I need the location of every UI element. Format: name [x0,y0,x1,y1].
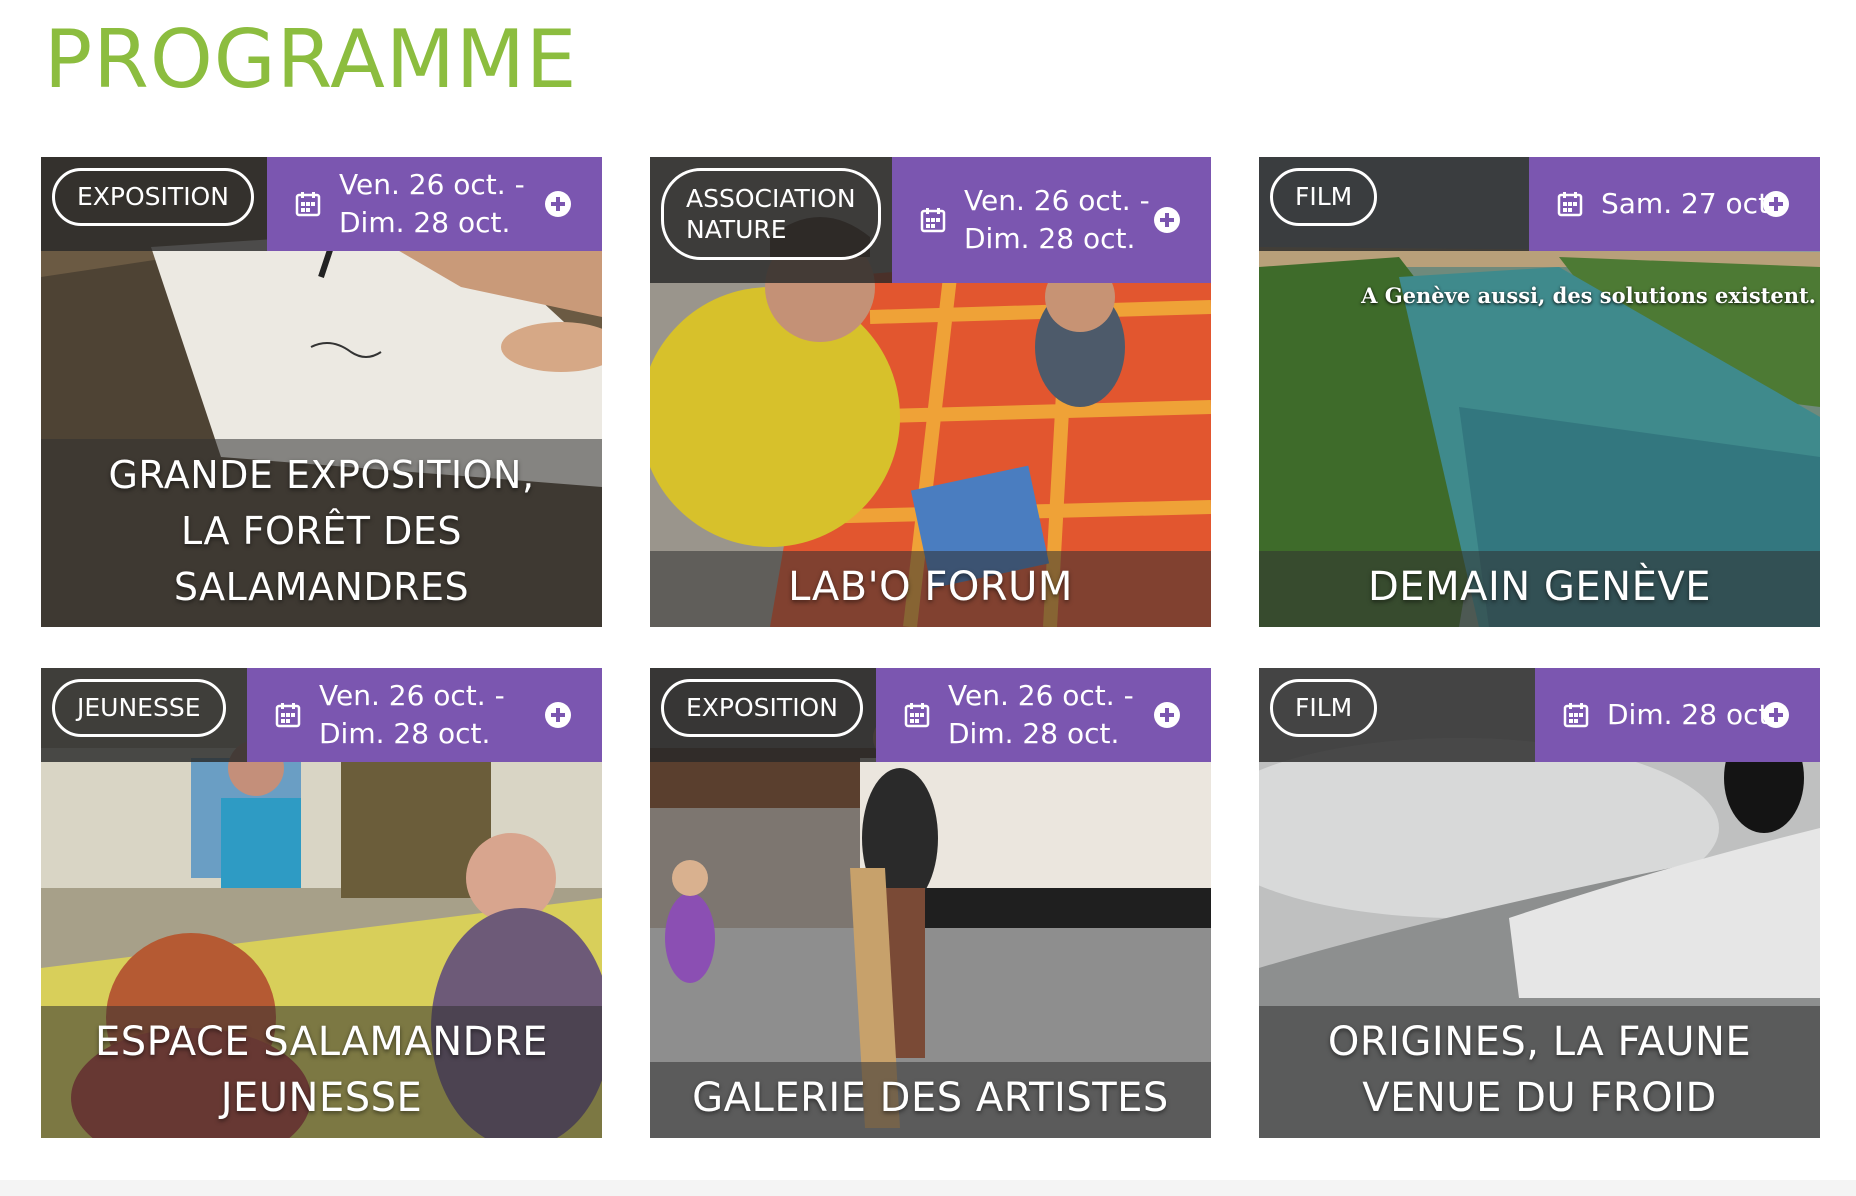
event-card-galerie-des-artistes[interactable]: EXPOSITION Ven. 26 oct. - Dim. 28 oct. GA… [650,668,1211,1138]
event-date: Dim. 28 oct. [1607,698,1779,731]
calendar-icon [295,192,321,217]
event-date: Ven. 26 oct. - Dim. 28 oct. [964,184,1150,255]
event-date: Ven. 26 oct. - Dim. 28 oct. [339,168,525,239]
date-bar: Dim. 28 oct. [1535,668,1820,762]
calendar-icon [275,703,301,728]
date-bar: Ven. 26 oct. - Dim. 28 oct. [267,157,602,251]
calendar-icon [904,703,930,728]
plus-circle-icon[interactable] [1762,190,1790,218]
event-title[interactable]: ORIGINES, LA FAUNE VENUE DU FROID [1259,1006,1820,1138]
event-date: Sam. 27 oct. [1601,187,1778,220]
calendar-icon [920,208,946,233]
footer-shadow [0,1180,1856,1196]
plus-circle-icon[interactable] [1153,206,1181,234]
event-date: Ven. 26 oct. - Dim. 28 oct. [319,679,505,750]
category-tag[interactable]: EXPOSITION [52,168,254,226]
event-date: Ven. 26 oct. - Dim. 28 oct. [948,679,1134,750]
page-title: PROGRAMME [44,13,578,106]
date-bar: Ven. 26 oct. - Dim. 28 oct. [892,157,1211,283]
plus-circle-icon[interactable] [544,190,572,218]
event-title[interactable]: DEMAIN GENÈVE [1259,551,1820,627]
category-tag[interactable]: FILM [1270,168,1378,226]
event-title[interactable]: ESPACE SALAMANDRE JEUNESSE [41,1006,602,1138]
plus-circle-icon[interactable] [544,701,572,729]
event-card-grande-exposition[interactable]: EXPOSITION Ven. 26 oct. - Dim. 28 oct. GR… [41,157,602,627]
event-card-espace-salamandre-jeunesse[interactable]: JEUNESSE Ven. 26 oct. - Dim. 28 oct. ESPA… [41,668,602,1138]
event-title[interactable]: GRANDE EXPOSITION, LA FORÊT DES SALAMANDRE… [41,439,602,627]
event-card-origines[interactable]: FILM Dim. 28 oct. ORIGINES, LA FAUNE VENU… [1259,668,1820,1138]
event-card-labo-forum[interactable]: ASSOCIATION NATURE Ven. 26 oct. - Dim. 28 … [650,157,1211,627]
category-tag[interactable]: JEUNESSE [52,679,226,737]
date-bar: Sam. 27 oct. [1529,157,1820,251]
calendar-icon [1557,192,1583,217]
category-tag[interactable]: ASSOCIATION NATURE [661,168,881,260]
event-title[interactable]: GALERIE DES ARTISTES [650,1062,1211,1138]
category-tag[interactable]: FILM [1270,679,1378,737]
date-bar: Ven. 26 oct. - Dim. 28 oct. [247,668,602,762]
event-card-demain-geneve[interactable]: FILM Sam. 27 oct. A Genève aussi, des so… [1259,157,1820,627]
date-bar: Ven. 26 oct. - Dim. 28 oct. [876,668,1211,762]
category-tag[interactable]: EXPOSITION [661,679,863,737]
calendar-icon [1563,703,1589,728]
plus-circle-icon[interactable] [1153,701,1181,729]
event-title[interactable]: LAB'O FORUM [650,551,1211,627]
image-caption: A Genève aussi, des solutions existent. [1361,283,1816,308]
plus-circle-icon[interactable] [1762,701,1790,729]
